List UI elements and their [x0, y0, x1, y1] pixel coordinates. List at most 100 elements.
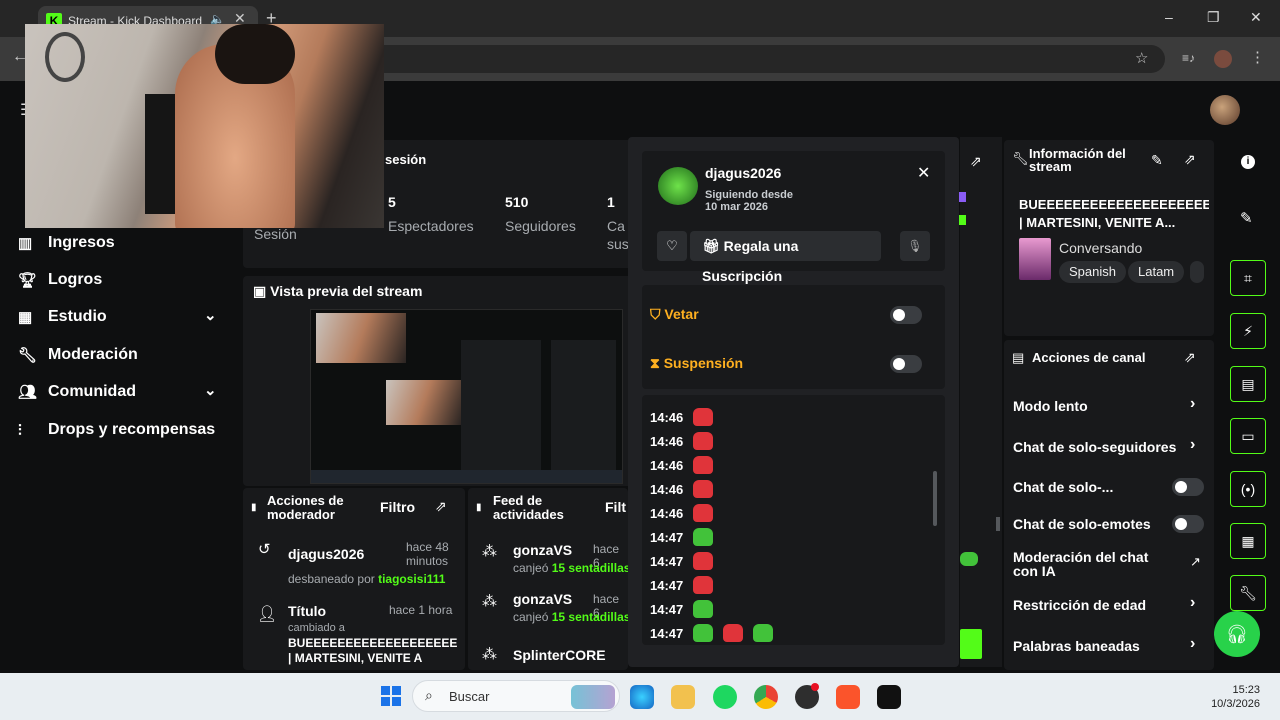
doc-icon: ▮: [251, 502, 257, 513]
edge-icon[interactable]: [630, 685, 654, 709]
stream-title: BUEEEEEEEEEEEEEEEEEEEEEI | MARTESINI, VEN…: [1019, 197, 1209, 230]
message-row: 14:47: [650, 525, 714, 549]
age-restriction-item[interactable]: Restricción de edad: [1013, 598, 1146, 612]
slow-mode-item[interactable]: Modo lento: [1013, 399, 1088, 413]
subs-only-toggle[interactable]: [1172, 478, 1204, 496]
emotes-only-toggle[interactable]: [1172, 515, 1204, 533]
message-row: 14:46: [650, 429, 714, 453]
chevron-right-icon[interactable]: ›: [1190, 436, 1195, 454]
mod-entry-user: Título: [288, 603, 327, 619]
taskbar-search[interactable]: ⌕ Buscar: [412, 680, 620, 712]
wrench-icon: 🔧︎: [18, 347, 38, 364]
message-time: 14:47: [650, 529, 684, 545]
user-edit-icon: 👤︎: [257, 606, 278, 623]
toggle-knob: [893, 358, 905, 370]
feed-entry-user[interactable]: SplinterCORE: [513, 647, 606, 663]
popup-username[interactable]: djagus2026: [705, 165, 781, 181]
chrome-icon[interactable]: [754, 685, 778, 709]
messages-scrollbar[interactable]: [933, 471, 937, 526]
sidebar-item-label: Logros: [48, 271, 103, 288]
popout-icon[interactable]: ⇗: [970, 153, 982, 170]
message-time: 14:47: [650, 601, 684, 617]
follow-heart-button[interactable]: ♡: [657, 231, 687, 261]
feed-icon: ▮: [476, 502, 482, 513]
popout-icon[interactable]: ⇗: [1184, 151, 1196, 168]
chevron-right-icon[interactable]: ›: [1190, 594, 1195, 612]
layout-icon[interactable]: ▦: [1230, 523, 1266, 559]
chevron-right-icon[interactable]: ›: [1190, 635, 1195, 653]
popout-icon[interactable]: ⇗: [435, 498, 447, 515]
search-placeholder: Buscar: [449, 689, 490, 704]
tag-spanish[interactable]: Spanish: [1059, 261, 1126, 283]
message-time: 14:46: [650, 433, 684, 449]
banned-words-item[interactable]: Palabras baneadas: [1013, 639, 1140, 653]
sidebar-item-logros[interactable]: 🏆︎ Logros: [18, 265, 102, 295]
spotify-icon[interactable]: [713, 685, 737, 709]
filter-button[interactable]: Filtro: [380, 500, 415, 514]
media-playlist-icon[interactable]: ≡♪: [1182, 51, 1195, 65]
tag-more[interactable]: [1190, 261, 1204, 283]
sidebar-item-label: Ingresos: [48, 234, 115, 251]
screenshot-icon[interactable]: ⌗: [1230, 260, 1266, 296]
session-title: sesión: [385, 152, 427, 167]
sidebar-item-ingresos[interactable]: ▥ Ingresos: [18, 228, 115, 258]
brave-icon[interactable]: [836, 685, 860, 709]
info-icon[interactable]: i: [1241, 155, 1255, 169]
message-row: 14:46: [650, 453, 714, 477]
sidebar-item-estudio[interactable]: ▦ Estudio ⌄: [18, 302, 228, 332]
user-message-history: 14:46 14:46 14:46 14:46 14:46 14:47 14:47 14:47…: [642, 395, 945, 645]
taskbar-clock[interactable]: 15:23 10/3/2026: [1190, 683, 1260, 711]
minimize-icon[interactable]: –: [1165, 9, 1173, 25]
mod-entry-time: hace 1 hora: [389, 603, 453, 617]
gift-sub-button[interactable]: 🎁︎ Regala una Suscripción: [690, 231, 881, 284]
chat-bubble-icon[interactable]: ▭: [1230, 418, 1266, 454]
user-avatar[interactable]: [1210, 95, 1240, 125]
sidebar-item-drops[interactable]: ⫶ Drops y recompensas: [18, 415, 215, 445]
tag-latam[interactable]: Latam: [1128, 261, 1185, 283]
browser-menu-icon[interactable]: ⋮: [1250, 48, 1265, 66]
feed-entry-action: canjeó 15 sentadillas: [513, 610, 628, 624]
lightning-icon[interactable]: ⚡︎: [1230, 313, 1266, 349]
wrench-icon[interactable]: 🔧︎: [1230, 575, 1266, 611]
bookmark-star-icon[interactable]: ☆: [1135, 49, 1148, 67]
popout-icon[interactable]: ⇗: [1184, 349, 1196, 366]
gamer-emote-icon: [693, 528, 714, 546]
sidebar-item-moderacion[interactable]: 🔧︎ Moderación: [18, 340, 138, 370]
ai-moderation-item[interactable]: Moderación del chat con IA: [1013, 550, 1173, 578]
sidebar-item-comunidad[interactable]: 👥︎ Comunidad ⌄: [18, 377, 228, 407]
notes-icon[interactable]: ▤: [1230, 366, 1266, 402]
chat-send-button[interactable]: [960, 629, 982, 659]
message-row: 14:46: [650, 477, 714, 501]
profile-avatar[interactable]: [1214, 50, 1232, 68]
edit-pencil-icon[interactable]: ✎: [1240, 209, 1253, 227]
external-link-icon[interactable]: ↗: [1190, 554, 1201, 570]
stream-preview-image[interactable]: [310, 309, 623, 484]
close-icon[interactable]: ✕: [917, 163, 930, 183]
mute-mic-button[interactable]: 🎙︎: [900, 231, 930, 261]
window-close-icon[interactable]: ✕: [1250, 9, 1262, 26]
chat-badge: [958, 215, 966, 225]
file-explorer-icon[interactable]: [671, 685, 695, 709]
followers-only-item[interactable]: Chat de solo-seguidores: [1013, 440, 1176, 454]
windows-start-icon[interactable]: [381, 686, 401, 706]
timeout-toggle[interactable]: [890, 355, 922, 373]
feed-entry-user[interactable]: gonzaVS: [513, 542, 572, 558]
angry-emote-icon: [693, 504, 714, 522]
screen-icon: ▣: [253, 283, 271, 299]
tiktok-icon[interactable]: [877, 685, 901, 709]
chevron-right-icon[interactable]: ›: [1190, 395, 1195, 413]
mod-entry-user[interactable]: djagus2026: [288, 546, 364, 562]
edit-pencil-icon[interactable]: ✎: [1151, 152, 1163, 169]
feed-filter-button[interactable]: Filt: [605, 500, 626, 514]
message-time: 14:47: [650, 625, 684, 641]
mod-entry-value: | MARTESINI, VENITE A: [288, 651, 423, 665]
sidebar-item-label: Moderación: [48, 346, 138, 363]
maximize-icon[interactable]: ❐: [1207, 9, 1220, 26]
support-headset-icon[interactable]: 🎧︎: [1214, 611, 1260, 657]
wrench-icon: 🔧︎: [1012, 151, 1029, 166]
studio-icon: ▦: [18, 309, 33, 326]
broadcast-icon[interactable]: (•): [1230, 471, 1266, 507]
stream-category[interactable]: Conversando: [1059, 240, 1142, 256]
feed-entry-user[interactable]: gonzaVS: [513, 591, 572, 607]
ban-toggle[interactable]: [890, 306, 922, 324]
